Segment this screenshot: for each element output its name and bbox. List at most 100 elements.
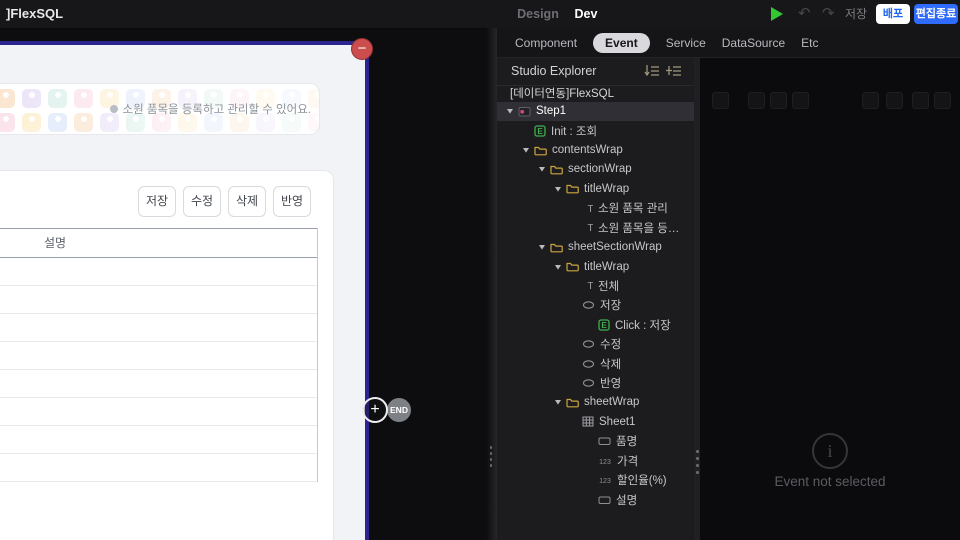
tree-node[interactable]: E Click : 저장 [497, 315, 694, 334]
tree-node[interactable]: sheetSectionWrap [497, 237, 694, 256]
disabled-tool-icon [886, 92, 903, 109]
text-icon: T [582, 203, 594, 214]
button-icon [582, 339, 595, 349]
ribbon-tab-event[interactable]: Event [593, 32, 650, 53]
tree-node-label: 소원 품목 관리 [598, 203, 668, 216]
redo-icon[interactable]: ↷ [822, 0, 835, 28]
disabled-tool-icon [862, 92, 879, 109]
deploy-button[interactable]: 배포 [876, 4, 910, 24]
tree-expand-arrow-icon[interactable] [538, 243, 550, 251]
grid-empty-row [0, 454, 317, 482]
explorer-root-node[interactable]: [데이터연동]FlexSQL [510, 85, 614, 102]
exit-edit-button[interactable]: 편집종료 [914, 4, 958, 24]
col-text-icon [598, 436, 611, 446]
tree-node[interactable]: 123 할인율(%) [497, 470, 694, 489]
run-icon[interactable] [771, 7, 783, 21]
svg-text:T: T [588, 281, 594, 291]
folder-icon [566, 397, 579, 408]
canvas-delete-button[interactable]: 삭제 [228, 186, 266, 217]
tree-node-label: 설명 [616, 494, 638, 507]
tree-node[interactable]: 저장 [497, 296, 694, 315]
grip-dot [696, 471, 699, 474]
tree-node[interactable]: sheetWrap [497, 393, 694, 412]
tree-node[interactable]: Step1 [497, 101, 694, 121]
ribbon-tab-service[interactable]: Service [666, 36, 706, 50]
undo-icon[interactable]: ↶ [798, 0, 811, 28]
tree-expand-arrow-icon[interactable] [506, 107, 518, 115]
tree-expand-arrow-icon[interactable] [554, 185, 566, 193]
svg-text:123: 123 [599, 459, 611, 466]
tree-node[interactable]: titleWrap [497, 179, 694, 198]
grid-body [0, 258, 317, 482]
button-icon [582, 359, 595, 369]
ribbon-tab-etc[interactable]: Etc [801, 36, 818, 50]
tree-node-label: 가격 [617, 455, 639, 468]
grip-dot [489, 452, 492, 455]
col-num-icon: 123 [598, 475, 612, 485]
tree-node[interactable]: sectionWrap [497, 160, 694, 179]
disabled-tool-icon [934, 92, 951, 109]
top-bar: ]FlexSQL Design Dev ↶ ↷ 저장 배포 편집종료 [0, 0, 960, 29]
collapse-all-icon[interactable] [644, 64, 660, 83]
tree-node[interactable]: contentsWrap [497, 140, 694, 159]
button-icon [582, 378, 595, 388]
tab-design[interactable]: Design [514, 0, 562, 28]
ribbon-tab-datasource[interactable]: DataSource [722, 36, 785, 50]
tree-node[interactable]: 수정 [497, 335, 694, 354]
tree-node[interactable]: titleWrap [497, 257, 694, 276]
grip-dot [489, 458, 492, 461]
expand-all-icon[interactable] [666, 64, 682, 83]
ribbon-tab-component[interactable]: Component [515, 36, 577, 50]
svg-text:123: 123 [599, 478, 611, 485]
grip-dot [489, 446, 492, 449]
disabled-tool-icon [712, 92, 729, 109]
grip-dot [696, 457, 699, 460]
tree-expand-arrow-icon[interactable] [554, 398, 566, 406]
tree-node[interactable]: Sheet1 [497, 412, 694, 431]
tree-node[interactable]: 삭제 [497, 354, 694, 373]
grip-dot [489, 464, 492, 467]
tree-expand-arrow-icon[interactable] [554, 263, 566, 271]
sheet-icon [582, 416, 594, 427]
tree-node-label: titleWrap [584, 260, 630, 273]
tree-node-label: 반영 [600, 378, 622, 391]
tree-node-label: 저장 [600, 300, 622, 313]
canvas-edit-button[interactable]: 수정 [183, 186, 221, 217]
event-icon: E [534, 124, 546, 137]
svg-text:T: T [588, 204, 594, 214]
tree-node-label: Sheet1 [599, 415, 636, 428]
grid-empty-row [0, 314, 317, 342]
svg-text:T: T [588, 223, 594, 233]
tree-node[interactable]: 품명 [497, 432, 694, 451]
grid-empty-row [0, 426, 317, 454]
save-button[interactable]: 저장 [845, 0, 867, 28]
explorer-header: Studio Explorer [497, 58, 694, 86]
folder-icon [534, 145, 547, 156]
canvas-apply-button[interactable]: 반영 [273, 186, 311, 217]
tree-node[interactable]: 설명 [497, 490, 694, 509]
tree-node-label: sheetSectionWrap [568, 241, 662, 254]
tree-node-label: 품명 [616, 436, 638, 449]
disabled-tool-icon [770, 92, 787, 109]
tree-node[interactable]: T 전체 [497, 276, 694, 295]
svg-text:E: E [601, 321, 607, 330]
tree-expand-arrow-icon[interactable] [522, 146, 534, 154]
remove-step-button[interactable]: − [351, 38, 373, 60]
tree-node[interactable]: T 소원 품목을 등… [497, 218, 694, 237]
tree-node-label: 소원 품목을 등… [598, 222, 680, 235]
add-step-button[interactable]: + [362, 397, 388, 423]
grid-header-row: 설명 [0, 228, 317, 258]
tree-node[interactable]: T 소원 품목 관리 [497, 199, 694, 218]
tree-node-label: Step1 [536, 105, 567, 118]
tree-node[interactable]: 123 가격 [497, 451, 694, 470]
folder-icon [566, 261, 579, 272]
tab-dev[interactable]: Dev [568, 0, 604, 28]
tree-node-label: sectionWrap [568, 163, 632, 176]
tree-expand-arrow-icon[interactable] [538, 165, 550, 173]
tree-node[interactable]: E Init : 조회 [497, 121, 694, 140]
tree-node[interactable]: 반영 [497, 373, 694, 392]
flow-end-node[interactable]: END [387, 398, 411, 422]
event-empty-message: Event not selected [774, 474, 886, 489]
disabled-tool-icon [912, 92, 929, 109]
canvas-save-button[interactable]: 저장 [138, 186, 176, 217]
